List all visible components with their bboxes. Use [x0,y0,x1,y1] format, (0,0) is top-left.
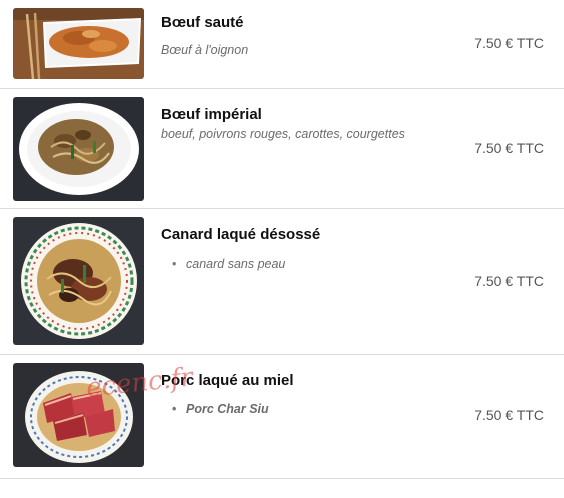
dish-description: boeuf, poivrons rouges, carottes, courge… [161,127,405,141]
menu-list: Bœuf sauté Bœuf à l'oignon 7.50 € TTC Bœ… [0,0,564,498]
dish-name: Porc laqué au miel [161,372,294,389]
menu-item[interactable]: Porc laqué au miel Porc Char Siu 7.50 € … [0,355,564,479]
dish-price: 7.50 € TTC [474,140,544,156]
dish-price: 7.50 € TTC [474,35,544,51]
menu-item[interactable]: Bœuf impérial boeuf, poivrons rouges, ca… [0,89,564,209]
dish-name: Bœuf impérial [161,106,262,123]
dish-price: 7.50 € TTC [474,407,544,423]
honey-pork-photo[interactable] [13,363,144,467]
dish-name: Bœuf sauté [161,14,244,31]
dish-name: Canard laqué désossé [161,226,321,243]
beef-saute-photo[interactable] [13,8,144,79]
menu-item[interactable]: Bœuf sauté Bœuf à l'oignon 7.50 € TTC [0,0,564,89]
menu-item[interactable]: Canard laqué désossé canard sans peau 7.… [0,209,564,355]
dish-price: 7.50 € TTC [474,273,544,289]
beef-imperial-photo[interactable] [13,97,144,201]
dish-description: Bœuf à l'oignon [161,43,249,57]
dish-description: Porc Char Siu [172,402,269,416]
lacquered-duck-photo[interactable] [13,217,144,345]
dish-description: canard sans peau [172,257,285,271]
